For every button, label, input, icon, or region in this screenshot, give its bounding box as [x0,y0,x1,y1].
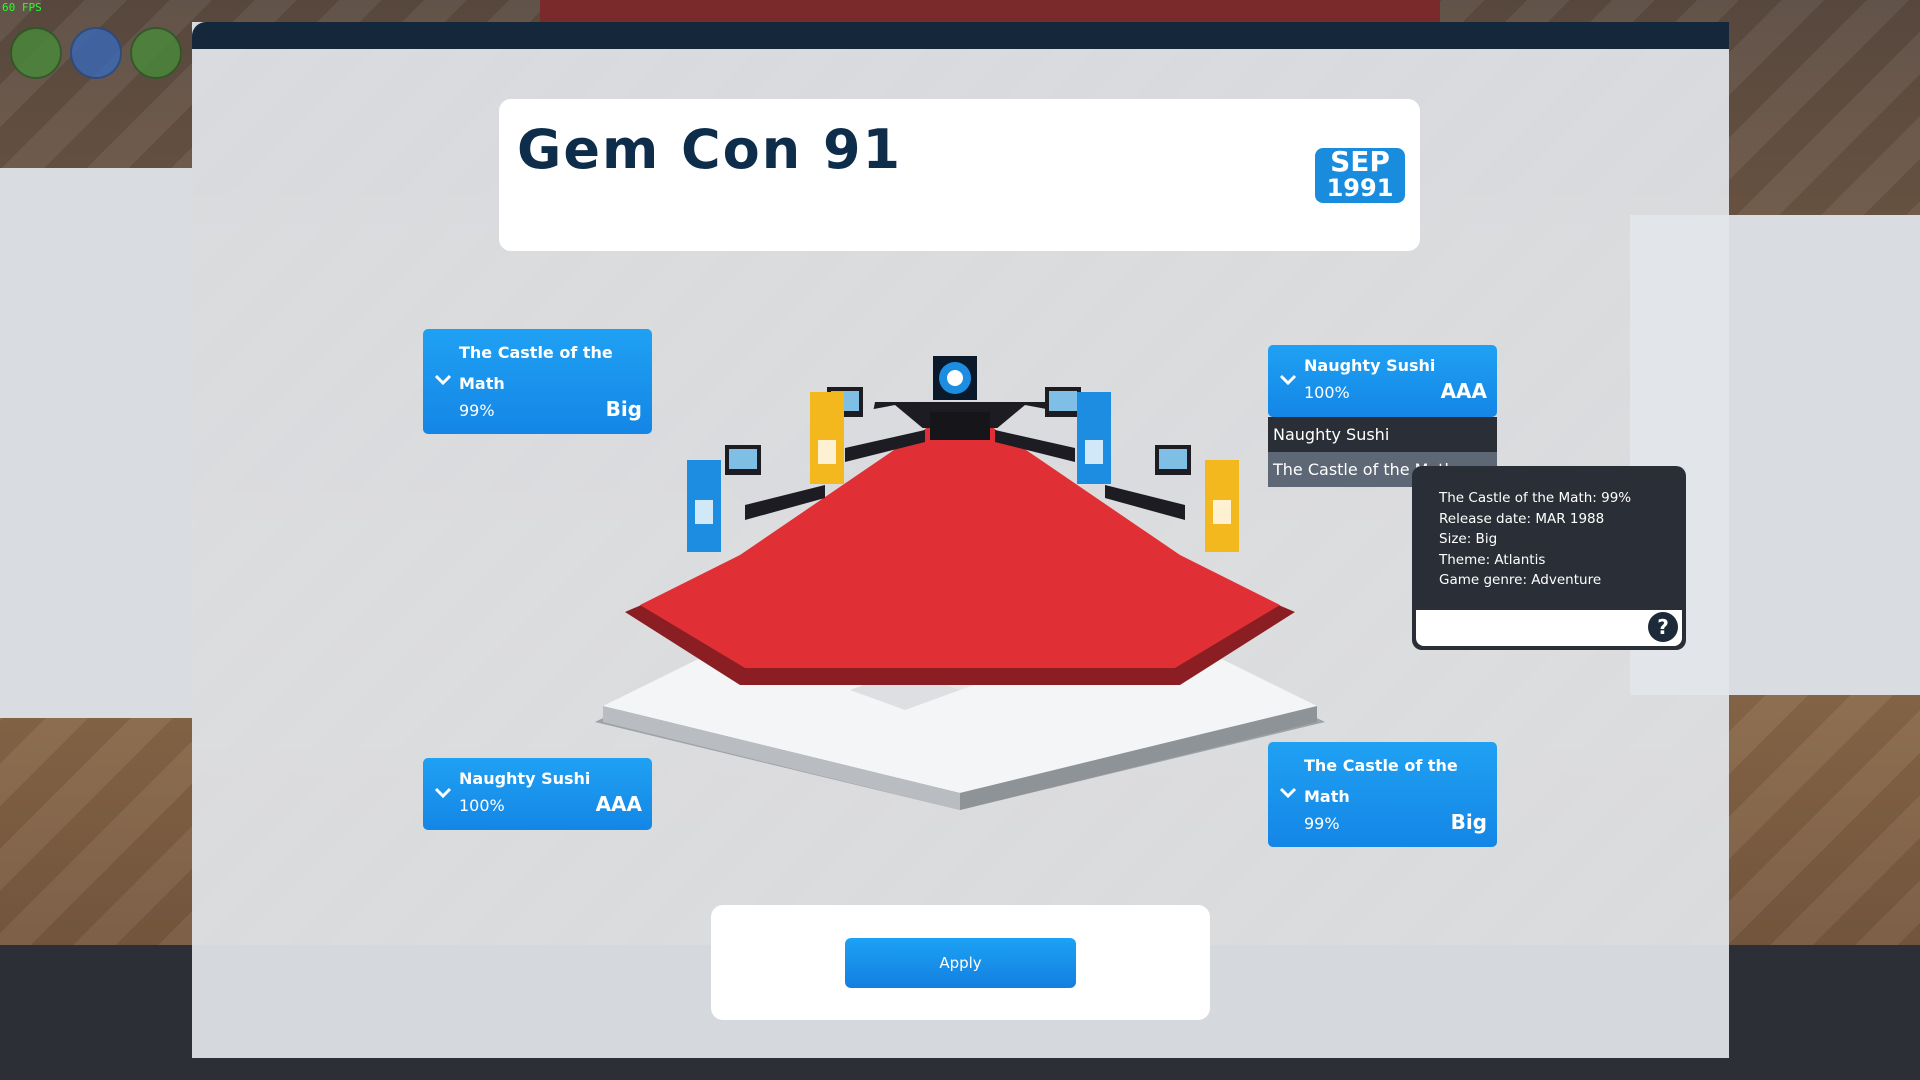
banner-yellow-left [810,392,844,484]
carpet-top [640,405,1280,668]
background-building [540,0,1440,24]
tooltip-line: Theme: Atlantis [1439,551,1546,568]
tooltip-line: Release date: MAR 1988 [1439,510,1605,527]
tooltip-footer [1416,610,1682,646]
event-title: Gem Con 91 [517,118,903,181]
top-left-icons [10,27,182,79]
booth-slot-bottom-right[interactable]: The Castle of the Math 99% Big [1268,742,1497,847]
chevron-down-icon[interactable] [434,373,452,387]
banner-blue-right [1077,392,1111,484]
cash-icon[interactable] [130,27,182,79]
slot-rating: 99% [1304,814,1340,833]
chevron-down-icon[interactable] [1279,373,1297,387]
slot-size: AAA [595,792,642,816]
tooltip-line: The Castle of the Math: 99% [1439,490,1632,506]
slot-size: Big [605,397,642,421]
slot-rating: 99% [459,401,495,420]
booth-slot-top-right[interactable]: Naughty Sushi 100% AAA [1268,345,1497,417]
slot-game-name: Naughty Sushi [1304,356,1436,375]
slot-game-name: Naughty Sushi [459,769,591,788]
money-icon[interactable] [10,27,62,79]
slot-rating: 100% [459,796,505,815]
research-icon[interactable] [70,27,122,79]
chevron-down-icon[interactable] [434,786,452,800]
tooltip-line: Size: Big [1439,531,1498,547]
chevron-down-icon[interactable] [1279,786,1297,800]
background-left-panel [0,168,192,718]
booth-slot-bottom-left[interactable]: Naughty Sushi 100% AAA [423,758,652,830]
booth-slot-top-left[interactable]: The Castle of the Math 99% Big [423,329,652,434]
game-info-tooltip: The Castle of the Math: 99% Release date… [1412,466,1686,650]
apply-button[interactable]: Apply [845,938,1076,988]
event-month: SEP [1330,145,1390,178]
event-year: 1991 [1326,174,1394,202]
dropdown-option[interactable]: Naughty Sushi [1268,417,1497,452]
slot-rating: 100% [1304,383,1350,402]
slot-size: Big [1450,810,1487,834]
help-icon[interactable]: ? [1648,612,1678,642]
slot-game-name: The Castle of the Math [459,343,613,393]
slot-game-name: The Castle of the Math [1304,756,1458,806]
tooltip-line: Game genre: Adventure [1439,572,1602,588]
modal-title-bar [192,22,1729,49]
booth-scene [595,356,1325,810]
fps-counter: 60 FPS [2,1,42,14]
event-date-badge: SEP 1991 [1315,148,1405,203]
slot-size: AAA [1440,379,1487,403]
